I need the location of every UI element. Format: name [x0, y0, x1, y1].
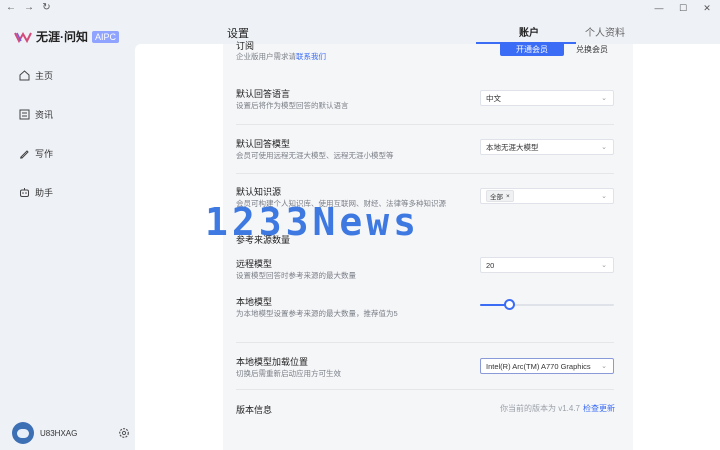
select-value: 中文: [486, 93, 501, 103]
window-titlebar: ← → ↻ — ☐ ✕: [0, 0, 720, 16]
select-value: 20: [486, 260, 495, 270]
aipc-badge: AIPC: [92, 30, 120, 43]
app-logo: 无涯·问知 AIPC: [14, 28, 120, 45]
divider: [236, 389, 614, 390]
answer-language-select[interactable]: 中文 ⌄: [480, 90, 614, 106]
sidebar-item-label: 资讯: [35, 109, 54, 120]
chevron-down-icon: ⌄: [601, 262, 607, 269]
version-label: 版本信息: [236, 405, 273, 415]
home-icon: [18, 69, 30, 81]
local-model-label: 本地模型: [236, 297, 273, 307]
answer-language-label: 默认回答语言: [236, 89, 291, 99]
robot-icon: [18, 186, 30, 198]
watermark: 1233News: [205, 200, 421, 244]
logo-text: 无涯·问知: [36, 30, 88, 44]
select-value: 本地无涯大模型: [486, 142, 539, 152]
remote-model-count-select[interactable]: 20 ⌄: [480, 257, 614, 273]
gear-icon[interactable]: [118, 427, 130, 439]
sidebar-item-label: 写作: [35, 148, 54, 159]
redeem-membership-button[interactable]: 兑换会员: [569, 42, 615, 56]
settings-panel: 订阅 企业版用户需求请联系我们 开通会员 兑换会员 默认回答语言 设置后将作为模…: [223, 41, 633, 450]
open-membership-button[interactable]: 开通会员: [500, 42, 564, 56]
divider: [236, 173, 614, 174]
divider: [236, 124, 614, 125]
chevron-down-icon: ⌄: [601, 193, 607, 200]
logo-mark-icon: [14, 31, 32, 43]
check-update-link[interactable]: 检查更新: [583, 404, 615, 413]
slider-thumb[interactable]: [504, 299, 515, 310]
close-icon[interactable]: ✕: [702, 0, 712, 16]
tab-account[interactable]: 账户: [519, 24, 539, 39]
avatar[interactable]: [12, 422, 34, 444]
pen-icon: [18, 147, 30, 159]
maximize-icon[interactable]: ☐: [678, 0, 688, 16]
remote-model-desc: 设置模型回答时参考来源的最大数量: [236, 271, 356, 280]
settings-tabs: 账户 个人资料: [476, 24, 636, 44]
knowledge-chip: 全部 ×: [486, 190, 514, 202]
subscription-desc: 企业版用户需求请联系我们: [236, 52, 326, 61]
load-location-label: 本地模型加载位置: [236, 357, 309, 367]
user-profile[interactable]: U83HXAG: [12, 422, 130, 444]
local-model-desc: 为本地模型设置参考来源的最大数量，推荐值为5: [236, 309, 398, 318]
minimize-icon[interactable]: —: [654, 0, 664, 16]
knowledge-source-label: 默认知识源: [236, 187, 282, 197]
chevron-down-icon: ⌄: [601, 95, 607, 102]
answer-model-desc: 会员可使用远程无涯大模型、远程无涯小模型等: [236, 151, 394, 160]
back-arrow-icon[interactable]: ←: [6, 0, 16, 16]
tab-profile[interactable]: 个人资料: [585, 24, 625, 39]
remote-model-label: 远程模型: [236, 259, 273, 269]
sidebar-item-news[interactable]: 资讯: [18, 105, 53, 123]
load-location-select[interactable]: Intel(R) Arc(TM) A770 Graphics ⌄: [480, 358, 614, 374]
current-version: 你当前的版本为 v1.4.7: [499, 404, 580, 413]
sidebar-item-label: 主页: [35, 70, 54, 81]
contact-us-link[interactable]: 联系我们: [296, 52, 326, 61]
answer-model-label: 默认回答模型: [236, 139, 291, 149]
answer-language-desc: 设置后将作为模型回答的默认语言: [236, 101, 349, 110]
main-content: 订阅 企业版用户需求请联系我们 开通会员 兑换会员 默认回答语言 设置后将作为模…: [135, 41, 720, 450]
divider: [236, 342, 614, 343]
news-icon: [18, 108, 30, 120]
version-info: 你当前的版本为 v1.4.7 检查更新: [500, 403, 615, 414]
knowledge-source-select[interactable]: 全部 × ⌄: [480, 188, 614, 204]
chevron-down-icon: ⌄: [601, 144, 607, 151]
chevron-down-icon: ⌄: [601, 363, 607, 370]
sidebar-item-home[interactable]: 主页: [18, 66, 53, 84]
forward-arrow-icon[interactable]: →: [24, 0, 34, 16]
load-location-desc: 切换后需重新启动应用方可生效: [236, 369, 341, 378]
chip-close-icon[interactable]: ×: [506, 193, 510, 200]
local-model-count-slider[interactable]: [480, 299, 614, 310]
select-value: Intel(R) Arc(TM) A770 Graphics: [486, 361, 591, 371]
sidebar-item-label: 助手: [35, 187, 54, 198]
answer-model-select[interactable]: 本地无涯大模型 ⌄: [480, 139, 614, 155]
sidebar-item-writing[interactable]: 写作: [18, 144, 53, 162]
sidebar: 无涯·问知 AIPC 主页 资讯 写作 助手 U83HXAG: [0, 16, 135, 450]
sidebar-item-assistant[interactable]: 助手: [18, 183, 53, 201]
username: U83HXAG: [40, 428, 78, 438]
refresh-icon[interactable]: ↻: [42, 0, 51, 16]
